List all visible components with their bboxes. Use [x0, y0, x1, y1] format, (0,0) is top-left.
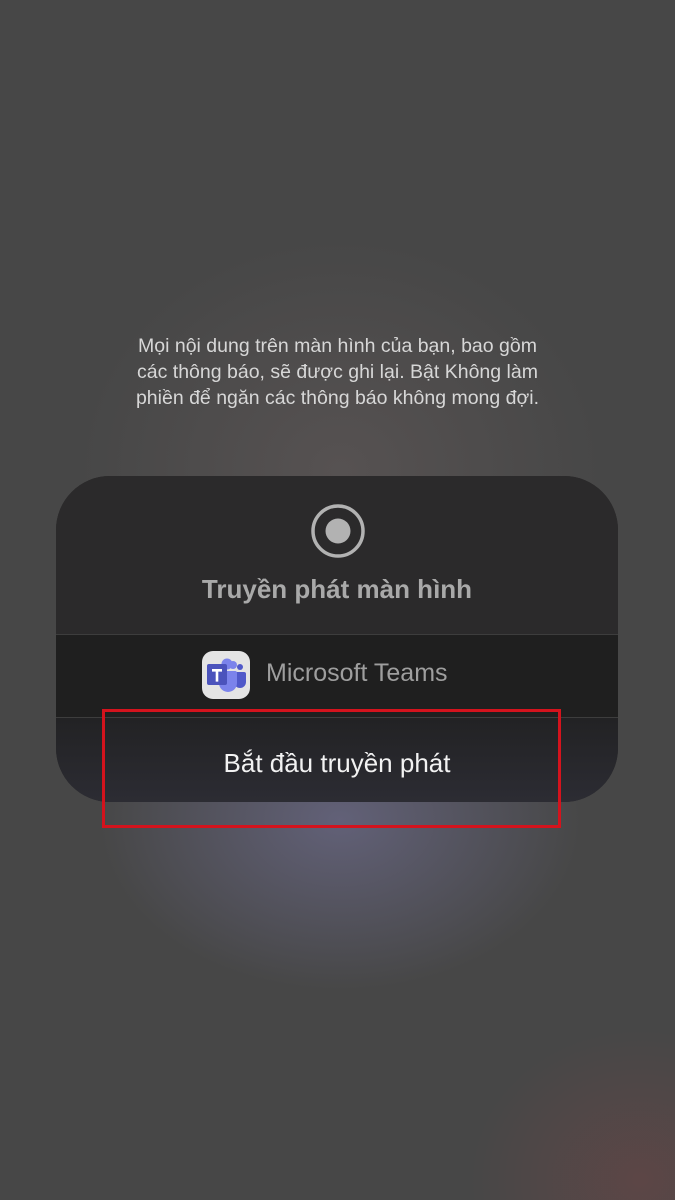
notice-line-3: phiền để ngăn các thông báo không mong đ…	[135, 387, 540, 409]
recording-notice: Mọi nội dung trên màn hình của bạn, bao …	[60, 333, 615, 411]
start-broadcast-button[interactable]: Bắt đầu truyền phát	[56, 718, 618, 802]
panel-title: Truyền phát màn hình	[201, 574, 473, 604]
microsoft-teams-icon	[202, 651, 250, 699]
app-selector-row[interactable]: Microsoft Teams	[56, 635, 618, 717]
app-name: Microsoft Teams	[266, 659, 448, 687]
record-icon	[311, 504, 365, 558]
notice-line-1: Mọi nội dung trên màn hình của bạn, bao …	[138, 335, 537, 357]
notice-line-2: các thông báo, sẽ được ghi lại. Bật Khôn…	[137, 361, 538, 383]
panel-header: Truyền phát màn hình	[56, 476, 618, 634]
screen-broadcast-panel: Truyền phát màn hình Microsoft Teams Bắt…	[56, 476, 618, 802]
start-broadcast-label: Bắt đầu truyền phát	[223, 748, 451, 778]
